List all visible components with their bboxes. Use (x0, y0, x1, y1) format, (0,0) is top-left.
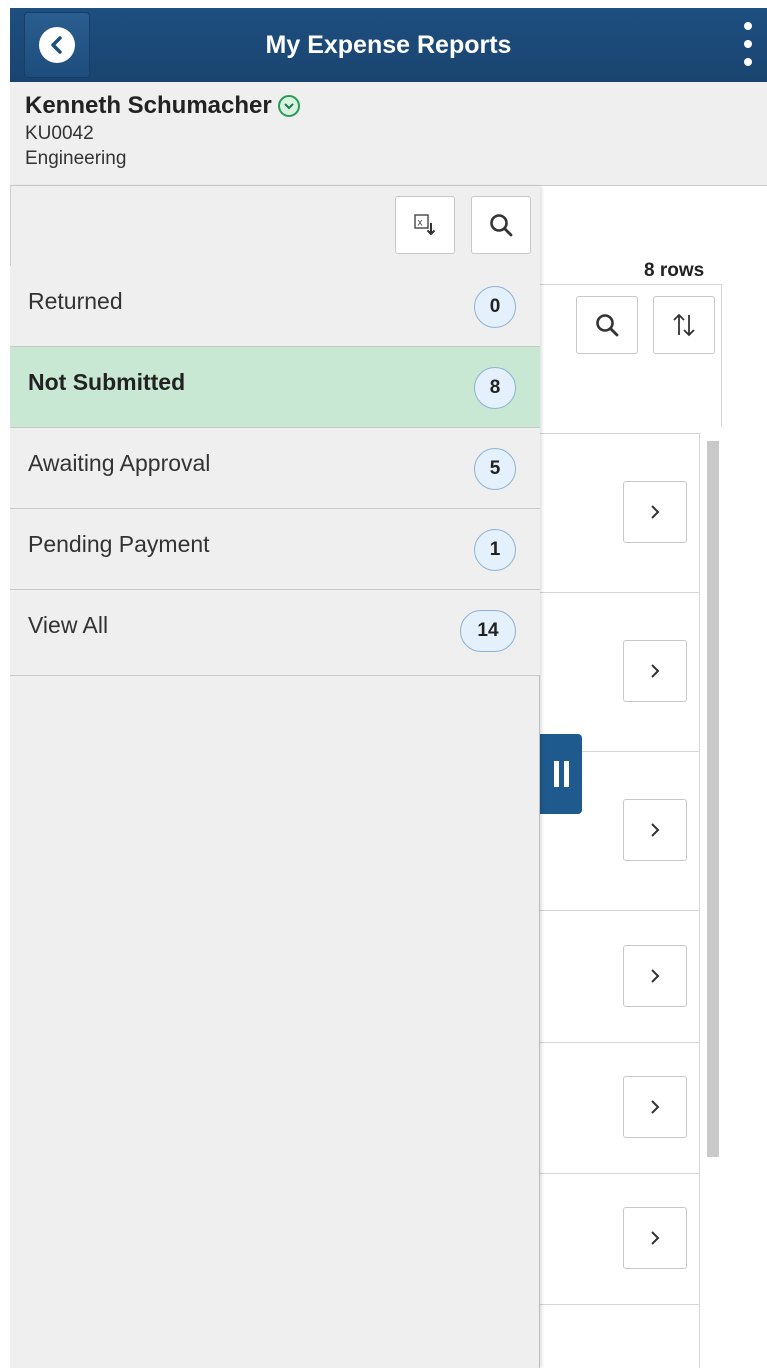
row-details-button[interactable] (623, 1207, 687, 1269)
row-divider (540, 910, 700, 911)
export-excel-button[interactable]: x (395, 196, 455, 254)
panel-collapse-button[interactable] (540, 734, 582, 814)
filter-label: Awaiting Approval (28, 450, 211, 476)
chevron-right-icon (651, 969, 660, 983)
excel-export-icon: x (414, 214, 436, 236)
chevron-right-icon (651, 1100, 660, 1114)
filter-label: Pending Payment (28, 531, 210, 557)
back-button[interactable] (24, 12, 90, 78)
page-header: My Expense Reports (10, 8, 767, 82)
count-badge: 0 (474, 286, 516, 328)
search-icon (596, 314, 619, 337)
scrollbar[interactable] (707, 441, 719, 1157)
status-filter-list: Returned 0 Not Submitted 8 Awaiting Appr… (10, 266, 540, 676)
row-divider (540, 1042, 700, 1043)
count-badge: 8 (474, 367, 516, 409)
chevron-right-icon (651, 664, 660, 678)
user-name-row: Kenneth Schumacher (25, 92, 767, 120)
sort-button[interactable] (653, 296, 715, 354)
chevron-right-icon (651, 823, 660, 837)
user-department: Engineering (25, 148, 127, 169)
filter-label: View All (28, 612, 109, 638)
chevron-right-icon (651, 505, 660, 519)
row-details-button[interactable] (623, 1076, 687, 1138)
row-details-button[interactable] (623, 640, 687, 702)
kebab-menu-icon[interactable] (743, 22, 753, 66)
page-title: My Expense Reports (265, 31, 512, 59)
row-details-button[interactable] (623, 481, 687, 543)
count-badge: 5 (474, 448, 516, 490)
count-badge: 14 (460, 610, 516, 652)
filter-label: Not Submitted (28, 369, 186, 395)
filter-item-returned[interactable]: Returned 0 (10, 266, 540, 347)
rows-count: 8 rows (644, 260, 705, 281)
user-name: Kenneth Schumacher (25, 92, 272, 119)
dropdown-chevron-icon[interactable] (277, 95, 300, 117)
filter-label: Returned (28, 288, 123, 314)
back-icon (39, 27, 75, 63)
chevron-right-icon (651, 1231, 660, 1245)
filter-item-not-submitted[interactable]: Not Submitted 8 (10, 347, 540, 428)
panel-search-button[interactable] (471, 196, 531, 254)
svg-text:x: x (418, 218, 423, 229)
row-divider (540, 1304, 700, 1305)
panel-toolbar: x (10, 186, 540, 266)
pause-icon (553, 761, 559, 787)
user-info: Kenneth Schumacher KU0042 Engineering (10, 82, 767, 186)
row-divider (540, 592, 700, 593)
grid-search-button[interactable] (576, 296, 638, 354)
filter-item-awaiting-approval[interactable]: Awaiting Approval 5 (10, 428, 540, 509)
user-id: KU0042 (25, 123, 94, 144)
filter-item-pending-payment[interactable]: Pending Payment 1 (10, 509, 540, 590)
filter-item-view-all[interactable]: View All 14 (10, 590, 540, 676)
app-frame: My Expense Reports Kenneth Schumacher KU… (10, 8, 767, 1368)
side-panel: x Returned 0 Not Submitted 8 Awaiting Ap… (10, 186, 540, 1368)
count-badge: 1 (474, 529, 516, 571)
sort-icon (673, 313, 695, 337)
row-details-button[interactable] (623, 799, 687, 861)
row-divider (540, 433, 700, 434)
search-icon (490, 214, 513, 237)
row-details-button[interactable] (623, 945, 687, 1007)
row-divider (540, 1173, 700, 1174)
